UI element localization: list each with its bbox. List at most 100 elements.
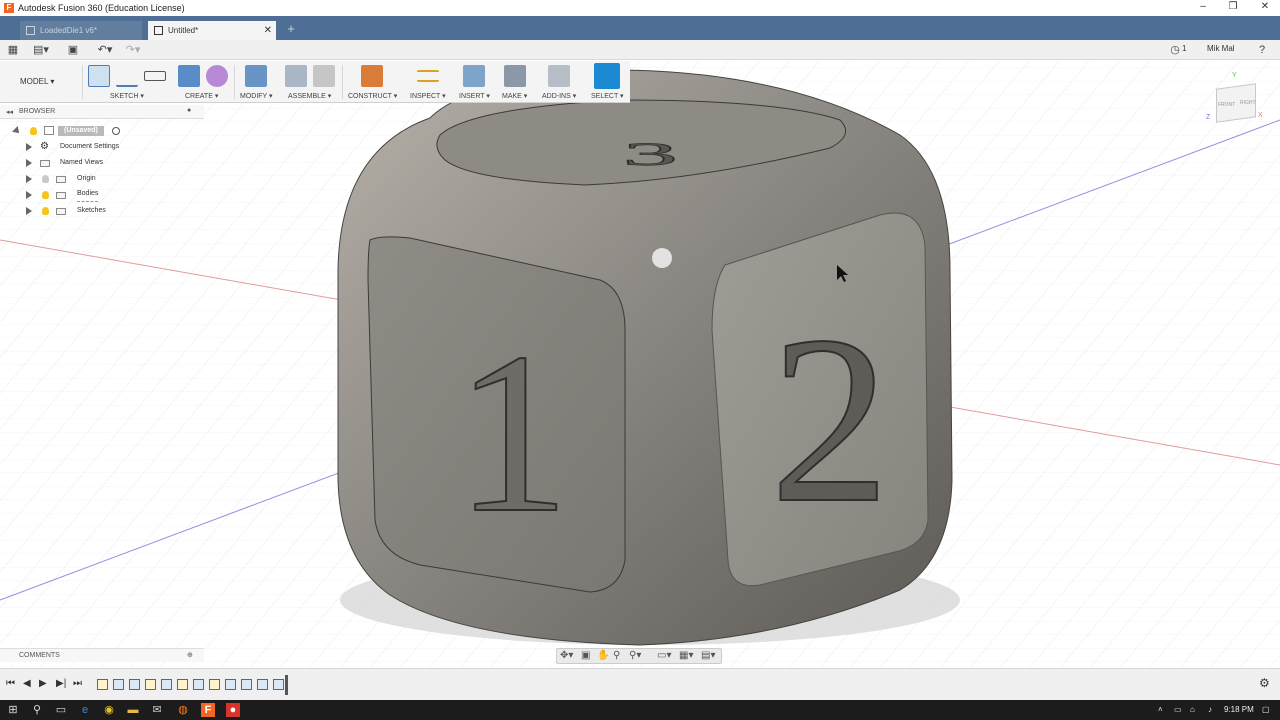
timeline-feature[interactable] [145, 679, 156, 690]
measure-icon[interactable] [417, 70, 439, 82]
select-menu[interactable]: SELECT ▾ [591, 92, 624, 100]
step-back-icon[interactable]: ◀ [23, 678, 31, 689]
file-explorer-icon[interactable]: ▬ [126, 703, 140, 717]
pin-panel-icon[interactable]: ● [187, 107, 191, 114]
create-sketch-icon[interactable] [88, 65, 110, 87]
workspace-switcher[interactable]: MODEL ▾ [20, 77, 80, 91]
user-menu[interactable]: Mik Mal [1207, 44, 1235, 53]
browser-item-named-views[interactable]: Named Views [0, 155, 204, 171]
browser-item-sketches[interactable]: Sketches [0, 203, 204, 219]
visibility-bulb-icon[interactable] [42, 191, 49, 199]
construct-menu[interactable]: CONSTRUCT ▾ [348, 92, 397, 100]
make-menu[interactable]: MAKE ▾ [502, 92, 527, 100]
close-window-button[interactable]: ✕ [1250, 0, 1280, 16]
browser-panel-header[interactable]: ◂◂ BROWSER ● [0, 105, 204, 119]
inspect-menu[interactable]: INSPECT ▾ [410, 92, 446, 100]
data-panel-grid-icon[interactable]: ▦ [6, 43, 20, 57]
insert-image-icon[interactable] [463, 65, 485, 87]
add-comment-icon[interactable]: ⊕ [187, 651, 193, 659]
joint-icon[interactable] [313, 65, 335, 87]
comments-panel[interactable]: COMMENTS ⊕ [0, 648, 204, 662]
timeline-feature[interactable] [273, 679, 284, 690]
display-settings-icon[interactable]: ▭▾ [657, 650, 671, 661]
browser-item-origin[interactable]: Origin [0, 171, 204, 187]
tray-chevron-icon[interactable]: ˄ [1158, 705, 1163, 714]
notifications-icon[interactable]: ▢ [1262, 705, 1270, 714]
viewcube[interactable]: FRONT RIGHT Y Z X [1206, 72, 1266, 128]
3d-print-icon[interactable] [504, 65, 526, 87]
offset-plane-icon[interactable] [361, 65, 383, 87]
task-view-icon[interactable]: ▭ [54, 703, 68, 717]
select-tool-icon[interactable] [594, 63, 620, 89]
collapse-panel-icon[interactable]: ◂◂ [6, 108, 13, 116]
firefox-icon[interactable]: ◍ [176, 703, 190, 717]
timeline-settings-gear-icon[interactable]: ⚙ [1259, 676, 1270, 690]
visibility-bulb-icon[interactable] [42, 175, 49, 183]
file-menu-icon[interactable]: ▤▾ [32, 43, 50, 57]
step-forward-icon[interactable]: ▶| [56, 678, 66, 689]
die-body[interactable] [337, 69, 953, 646]
press-pull-icon[interactable] [245, 65, 267, 87]
extrude-icon[interactable] [178, 65, 200, 87]
timeline-feature[interactable] [241, 679, 252, 690]
visibility-bulb-icon[interactable] [42, 207, 49, 215]
viewports-icon[interactable]: ▤▾ [701, 650, 715, 661]
timeline-feature[interactable] [209, 679, 220, 690]
zoom-icon[interactable]: ⚲ [613, 650, 620, 661]
timeline-marker[interactable] [285, 675, 288, 695]
active-target-icon[interactable] [112, 127, 120, 135]
job-status-icon[interactable]: ◷ [1168, 43, 1182, 57]
browser-item-document-settings[interactable]: ⚙ Document Settings [0, 139, 204, 155]
browser-root-item[interactable]: (Unsaved) [0, 123, 204, 139]
timeline-feature[interactable] [177, 679, 188, 690]
new-tab-button[interactable]: + [284, 22, 298, 36]
help-icon[interactable]: ? [1254, 43, 1270, 57]
redo-icon[interactable]: ↷▾ [122, 43, 144, 57]
pan-icon[interactable]: ✋ [597, 650, 609, 661]
timeline-feature[interactable] [161, 679, 172, 690]
expand-icon[interactable] [26, 207, 32, 215]
search-icon[interactable]: ⚲ [30, 703, 44, 717]
assemble-menu[interactable]: ASSEMBLE ▾ [288, 92, 331, 100]
visibility-bulb-icon[interactable] [30, 127, 37, 135]
windows-start-icon[interactable]: ⊞ [6, 703, 20, 717]
timeline-feature[interactable] [113, 679, 124, 690]
look-at-icon[interactable]: ▣ [581, 650, 590, 661]
tray-volume-icon[interactable]: ♪ [1208, 705, 1212, 714]
tab-loadeddie[interactable]: LoadedDie1 v6* [20, 21, 142, 40]
rectangle-tool-icon[interactable] [144, 71, 166, 81]
orbit-icon[interactable]: ✥▾ [560, 650, 573, 661]
undo-icon[interactable]: ↶▾ [94, 43, 116, 57]
minimize-button[interactable]: – [1188, 0, 1218, 16]
play-icon[interactable]: ▶ [39, 678, 47, 689]
expand-icon[interactable] [26, 175, 32, 183]
grid-settings-icon[interactable]: ▦▾ [679, 650, 693, 661]
browser-item-bodies[interactable]: Bodies [0, 187, 204, 203]
mail-icon[interactable]: ✉ [150, 703, 164, 717]
expand-icon[interactable] [26, 143, 32, 151]
chrome-browser-icon[interactable]: ◉ [102, 703, 116, 717]
expand-icon[interactable] [12, 126, 22, 136]
zoom-window-icon[interactable]: ⚲▾ [629, 650, 641, 661]
tray-device-icon[interactable]: ▭ [1174, 705, 1182, 714]
new-component-icon[interactable] [285, 65, 307, 87]
go-to-start-icon[interactable]: ⏮ [6, 678, 15, 689]
sketch-menu[interactable]: SKETCH ▾ [110, 92, 144, 100]
expand-icon[interactable] [26, 159, 32, 167]
system-clock[interactable]: 9:18 PM [1224, 705, 1254, 714]
tab-close-icon[interactable]: ✕ [264, 21, 272, 40]
create-menu[interactable]: CREATE ▾ [185, 92, 218, 100]
go-to-end-icon[interactable]: ⏭ [73, 678, 82, 689]
addins-menu[interactable]: ADD-INS ▾ [542, 92, 576, 100]
edge-browser-icon[interactable]: e [78, 703, 92, 717]
fusion-taskbar-icon[interactable]: F [201, 703, 215, 717]
expand-icon[interactable] [26, 191, 32, 199]
tray-network-icon[interactable]: ⌂ [1190, 705, 1195, 714]
insert-menu[interactable]: INSERT ▾ [459, 92, 490, 100]
timeline-feature[interactable] [129, 679, 140, 690]
timeline-feature[interactable] [193, 679, 204, 690]
scripts-addins-icon[interactable] [548, 65, 570, 87]
timeline-feature[interactable] [257, 679, 268, 690]
form-sphere-icon[interactable] [206, 65, 228, 87]
recorder-app-icon[interactable]: ● [226, 703, 240, 717]
